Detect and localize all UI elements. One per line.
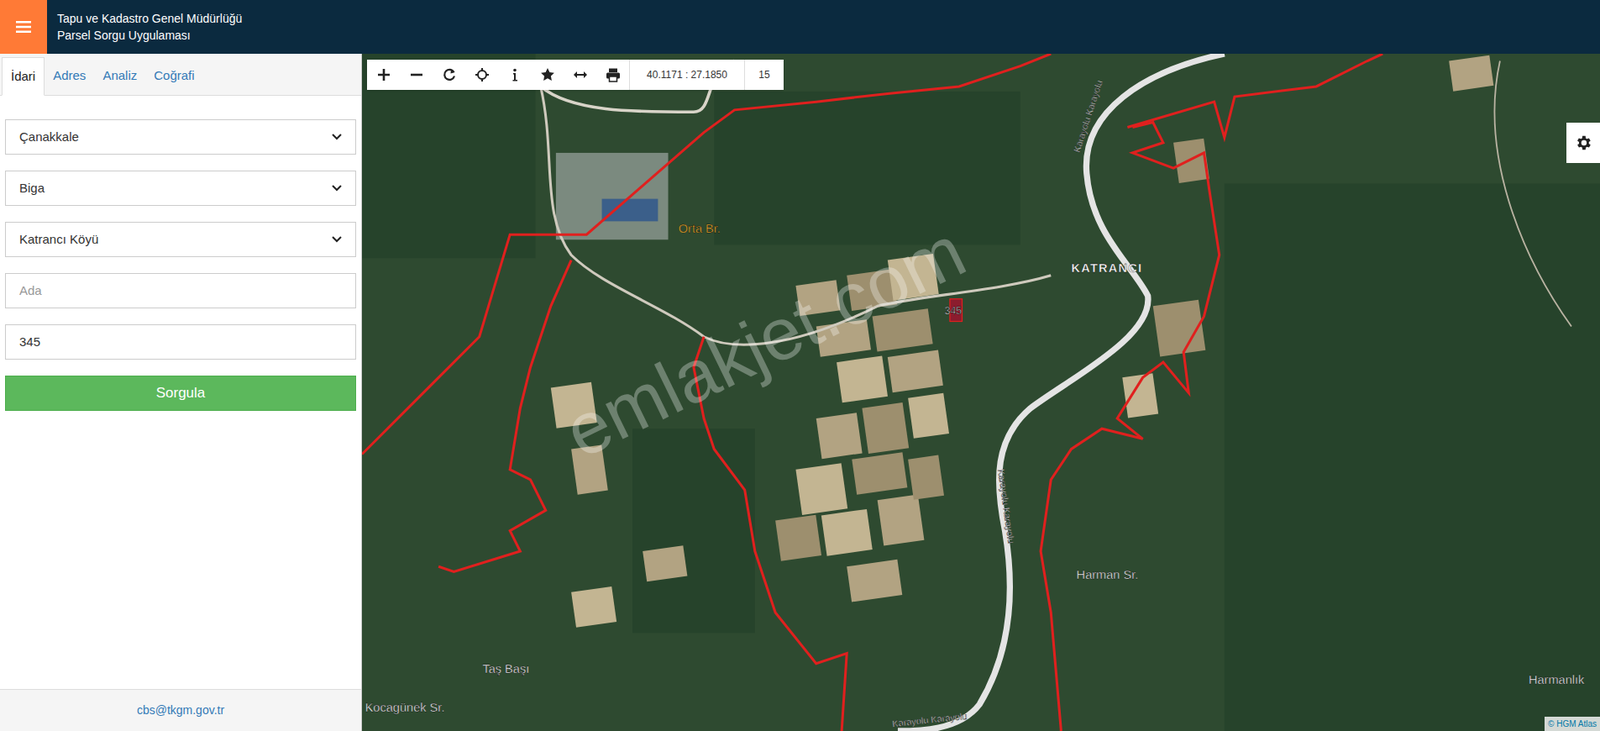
- coordinate-display: 40.1171 : 27.1850: [629, 59, 745, 90]
- refresh-button[interactable]: [432, 59, 466, 90]
- tab[interactable]: Adres: [44, 56, 95, 95]
- road-label: Karayolu Karayolu: [996, 467, 1017, 544]
- query-button[interactable]: Sorgula: [5, 375, 357, 411]
- select-field[interactable]: Çanakkale: [5, 119, 357, 155]
- chevron-down-icon: [331, 133, 342, 141]
- tab[interactable]: Analiz: [94, 56, 146, 95]
- zoom-in-button[interactable]: [367, 59, 400, 90]
- zoom-out-icon: [409, 67, 425, 83]
- tab[interactable]: İdari: [1, 57, 45, 96]
- parcel-label: 345: [944, 304, 962, 317]
- select-value: Çanakkale: [19, 127, 79, 147]
- select-value: Biga: [19, 178, 45, 199]
- app-header: Tapu ve Kadastro Genel Müdürlüğü Parsel …: [0, 0, 1600, 54]
- header-subtitle: Parsel Sorgu Uygulaması: [57, 26, 242, 44]
- refresh-icon: [441, 67, 457, 83]
- watermark: emlakjet.com: [552, 209, 978, 474]
- place-label: Harmanlık: [1528, 672, 1585, 687]
- locate-icon: [474, 67, 490, 83]
- zoom-out-button[interactable]: [399, 59, 433, 90]
- boundary-line: [1127, 53, 1383, 138]
- footer-email[interactable]: cbs@tkgm.gov.tr: [0, 688, 362, 731]
- select-field[interactable]: Biga: [5, 170, 357, 206]
- sidebar: İdariAdresAnalizCoğrafi Çanakkale Biga Kat…: [0, 53, 362, 731]
- place-label: Kocagünek Sr.: [365, 700, 446, 714]
- gear-icon: [1573, 133, 1593, 153]
- map-toolbar: 40.1171 : 27.185015: [367, 59, 784, 90]
- measure-icon: [572, 67, 588, 83]
- chevron-down-icon: [331, 184, 342, 192]
- measure-button[interactable]: [563, 59, 597, 90]
- menu-button[interactable]: [0, 0, 48, 54]
- road-label: Karayolu Karayolu: [891, 710, 968, 729]
- road-label: Karayolu Karayolu: [1071, 78, 1105, 154]
- satellite-map[interactable]: Orta Br. KATRANCI Harman Sr. Taş Başı Kocagü…: [361, 53, 1600, 731]
- info-button[interactable]: [498, 59, 531, 90]
- village-label: KATRANCI: [1071, 261, 1144, 275]
- boundary-line: [1040, 121, 1220, 731]
- select-field[interactable]: Katrancı Köyü: [5, 221, 357, 258]
- select-value: Katrancı Köyü: [19, 230, 99, 250]
- place-label: Harman Sr.: [1076, 567, 1139, 582]
- boundary-line: [438, 260, 572, 572]
- settings-button[interactable]: [1566, 122, 1600, 163]
- header-title: Tapu ve Kadastro Genel Müdürlüğü: [57, 10, 242, 27]
- menu-icon: [15, 20, 32, 33]
- info-icon: [507, 67, 523, 83]
- map-view[interactable]: Orta Br. KATRANCI Harman Sr. Taş Başı Kocagü…: [361, 53, 1600, 731]
- star-button[interactable]: [530, 59, 564, 90]
- text-input[interactable]: [5, 324, 357, 360]
- print-button[interactable]: [596, 59, 630, 90]
- zoom-in-icon: [376, 67, 392, 83]
- locate-button[interactable]: [465, 59, 499, 90]
- chevron-down-icon: [331, 236, 342, 243]
- map-attribution: © HGM Atlas: [1544, 716, 1600, 731]
- print-icon: [605, 67, 621, 83]
- star-icon: [540, 67, 556, 83]
- place-label: Orta Br.: [678, 221, 721, 236]
- place-label: Taş Başı: [482, 661, 530, 676]
- tab[interactable]: Coğrafi: [145, 56, 203, 95]
- tab-bar: İdariAdresAnalizCoğrafi: [0, 53, 362, 96]
- zoom-level: 15: [744, 59, 784, 90]
- text-input[interactable]: [5, 272, 357, 309]
